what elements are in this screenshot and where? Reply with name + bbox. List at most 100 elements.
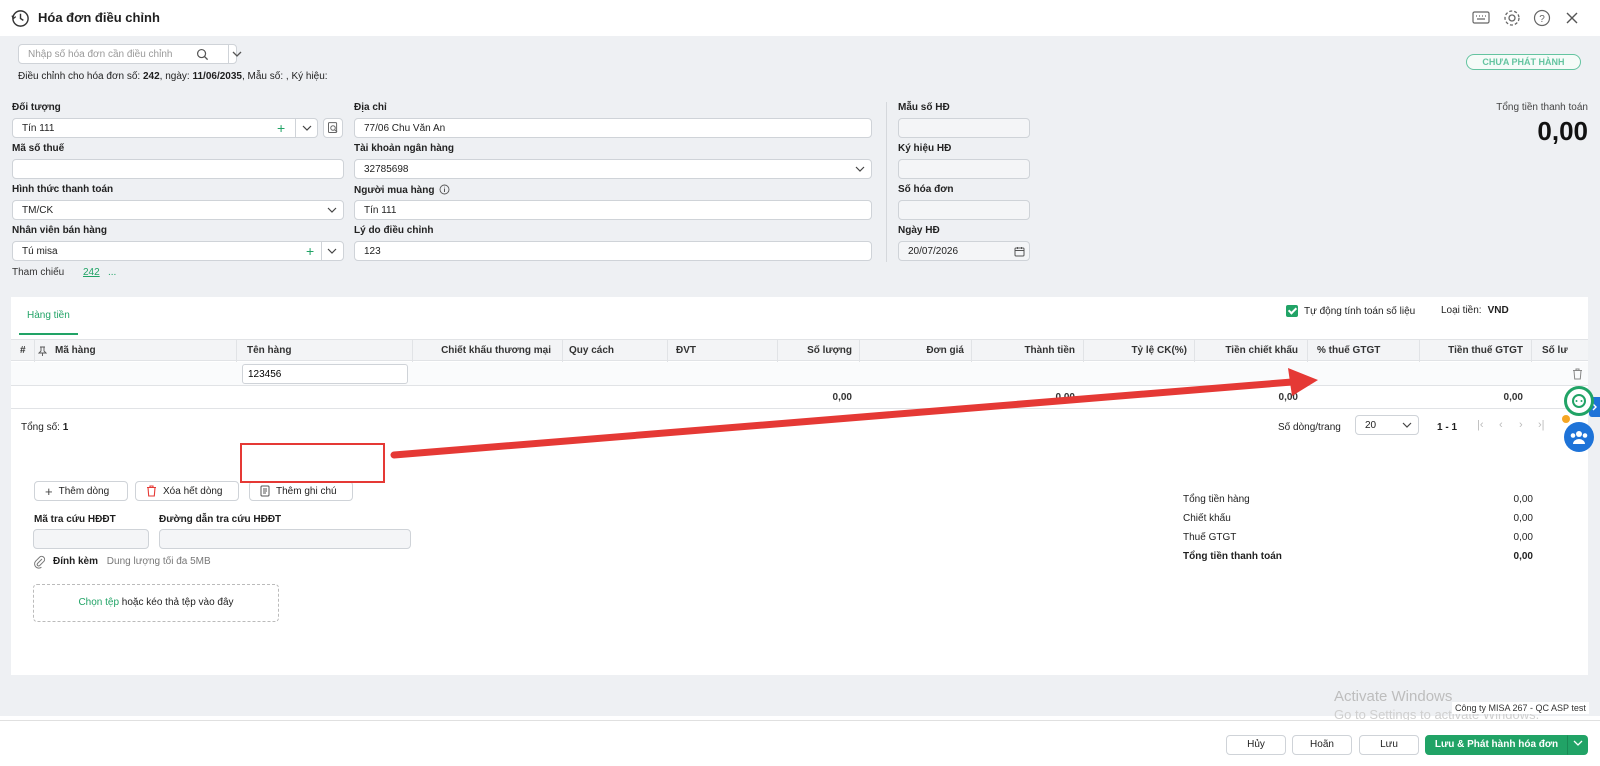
per-page-label: Số dòng/trang (1278, 422, 1341, 433)
invoice-date-field[interactable]: 20/07/2026 (898, 241, 1030, 261)
customer-lookup-button[interactable] (323, 118, 343, 138)
reference-link[interactable]: 242 (83, 267, 100, 278)
col-index: # (20, 345, 26, 356)
currency-info: Loại tiền: VND (1441, 305, 1509, 316)
reference-label: Tham chiếu (12, 267, 65, 278)
chevron-down-icon (327, 207, 337, 213)
col-trade-discount: Chiết khấu thương mại (441, 345, 551, 356)
total-payment-value: 0,00 (1537, 116, 1588, 146)
pin-icon[interactable] (38, 346, 47, 356)
status-badge: CHƯA PHÁT HÀNH (1466, 54, 1581, 70)
payment-method-select[interactable]: TM/CK (12, 200, 344, 220)
total-count: Tổng số: 1 (21, 422, 69, 433)
invoice-search[interactable]: Nhập số hóa đơn cần điều chỉnh (18, 44, 242, 64)
lookup-url-field (159, 529, 411, 549)
window-title: Hóa đơn điều chỉnh (38, 10, 160, 25)
delete-all-rows-button[interactable]: Xóa hết dòng (135, 481, 239, 501)
chat-support-icon[interactable] (1564, 386, 1594, 416)
lookup-code-field (33, 529, 149, 549)
trash-icon (147, 485, 156, 497)
auto-calc-checkbox[interactable] (1286, 305, 1298, 317)
col-vat-rate: % thuế GTGT (1317, 345, 1381, 356)
adjust-info: Điều chỉnh cho hóa đơn số: 242, ngày: 11… (18, 71, 328, 82)
col-more: Số lư (1542, 345, 1568, 356)
col-quantity: Số lượng (807, 345, 852, 356)
adjust-reason-field[interactable]: 123 (354, 241, 872, 261)
chevron-down-icon[interactable] (231, 49, 243, 59)
paperclip-icon (34, 555, 46, 569)
table-row[interactable] (11, 362, 1588, 386)
save-button[interactable]: Lưu (1359, 735, 1419, 755)
add-row-button[interactable]: + Thêm dòng (34, 481, 128, 501)
salesperson-field[interactable]: Tú misa + (12, 241, 344, 261)
col-vat-amount: Tiền thuế GTGT (1448, 345, 1523, 356)
search-icon[interactable] (196, 48, 209, 61)
col-amount: Thành tiền (1024, 345, 1075, 356)
info-icon[interactable] (439, 184, 450, 195)
keyboard-icon[interactable] (1472, 9, 1490, 27)
attachment-dropzone[interactable]: Chọn tệp hoặc kéo thả tệp vào đây (33, 584, 279, 622)
add-note-button[interactable]: Thêm ghi chú (249, 481, 353, 501)
calendar-icon[interactable] (1014, 246, 1025, 257)
customer-label: Đối tượng (12, 102, 61, 113)
svg-text:?: ? (1539, 14, 1545, 25)
adjust-reason-label: Lý do điều chỉnh (354, 225, 434, 236)
series-field (898, 159, 1030, 179)
content-area: Nhập số hóa đơn cần điều chỉnh Điều chỉn… (0, 36, 1600, 716)
series-label: Ký hiệu HĐ (898, 143, 952, 154)
next-page-icon[interactable]: › (1519, 419, 1523, 431)
items-panel: Hàng tiền Tự động tính toán số liệu Loại… (11, 297, 1588, 675)
chevron-down-icon (855, 166, 865, 172)
add-salesperson-icon[interactable]: + (306, 243, 314, 259)
page-range: 1 - 1 (1437, 422, 1458, 433)
lookup-icon (328, 122, 338, 133)
prev-page-icon[interactable]: ‹ (1499, 419, 1503, 431)
lookup-code-label: Mã tra cứu HĐĐT (34, 514, 116, 525)
chevron-down-icon (1402, 422, 1412, 428)
bank-account-select[interactable]: 32785698 (354, 159, 872, 179)
title-bar: Hóa đơn điều chỉnh ? (0, 0, 1600, 36)
chevron-down-icon[interactable] (327, 247, 337, 255)
sum-discount: 0,00 (1278, 392, 1298, 403)
last-page-icon[interactable]: ›| (1538, 419, 1545, 431)
col-discount-rate: Tỷ lệ CK(%) (1131, 345, 1187, 356)
trash-icon[interactable] (1572, 368, 1583, 380)
col-spec: Quy cách (569, 345, 615, 356)
notification-dot (1562, 415, 1570, 423)
save-publish-button[interactable]: Lưu & Phát hành hóa đơn (1425, 735, 1568, 755)
template-no-label: Mẫu số HĐ (898, 102, 950, 113)
customer-value: Tín 111 (22, 123, 55, 134)
reference-more[interactable]: ... (108, 267, 116, 278)
lookup-url-label: Đường dẫn tra cứu HĐĐT (159, 514, 282, 525)
postpone-button[interactable]: Hoãn (1292, 735, 1352, 755)
plus-icon: + (45, 483, 53, 499)
company-name: Công ty MISA 267 - QC ASP test (1452, 702, 1589, 714)
choose-file-link[interactable]: Chọn tệp (78, 597, 119, 608)
per-page-select[interactable]: 20 (1355, 415, 1419, 435)
cancel-button[interactable]: Hủy (1226, 735, 1286, 755)
help-icon[interactable]: ? (1533, 9, 1551, 27)
auto-calc-toggle[interactable]: Tự động tính toán số liệu (1286, 305, 1415, 317)
customer-field[interactable]: Tín 111 + (12, 118, 318, 138)
buyer-field[interactable]: Tín 111 (354, 200, 872, 220)
address-field[interactable]: 77/06 Chu Văn An (354, 118, 872, 138)
community-icon[interactable] (1564, 422, 1594, 452)
first-page-icon[interactable]: |‹ (1477, 419, 1484, 431)
buyer-label: Người mua hàng (354, 184, 450, 196)
salesperson-label: Nhân viên bán hàng (12, 225, 108, 236)
tab-hang-tien[interactable]: Hàng tiền (19, 297, 78, 335)
note-icon (260, 485, 270, 497)
add-customer-icon[interactable]: + (277, 120, 285, 136)
sum-quantity: 0,00 (832, 392, 852, 403)
chevron-down-icon[interactable] (302, 124, 312, 132)
col-unit: ĐVT (676, 345, 696, 356)
invoice-no-field (898, 200, 1030, 220)
save-publish-dropdown[interactable] (1567, 735, 1588, 755)
tax-code-field[interactable] (12, 159, 344, 179)
address-label: Địa chỉ (354, 102, 387, 113)
item-name-input[interactable] (242, 364, 408, 384)
sum-vat: 0,00 (1503, 392, 1523, 403)
close-icon[interactable] (1563, 9, 1581, 27)
attachment-label: Đính kèm Dung lượng tối đa 5MB (53, 556, 211, 567)
gear-icon[interactable] (1503, 9, 1521, 27)
